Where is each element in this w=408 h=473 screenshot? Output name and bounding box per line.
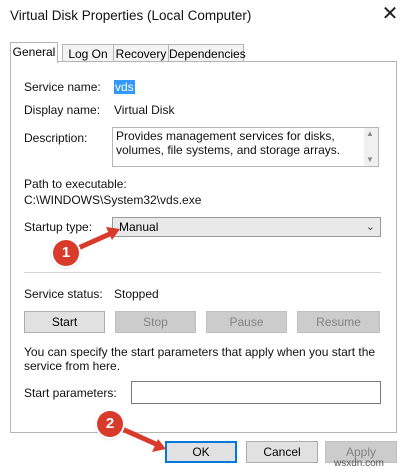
tab-general[interactable]: General (10, 42, 58, 63)
annotation-arrow-1 (73, 230, 115, 252)
watermark: wsxdn.com (334, 458, 385, 469)
annotation-arrow-2 (117, 425, 161, 448)
annotation-badge-2: 2 (97, 411, 123, 437)
annotation-badge-1: 1 (53, 240, 79, 266)
annotation-arrows (73, 227, 166, 452)
